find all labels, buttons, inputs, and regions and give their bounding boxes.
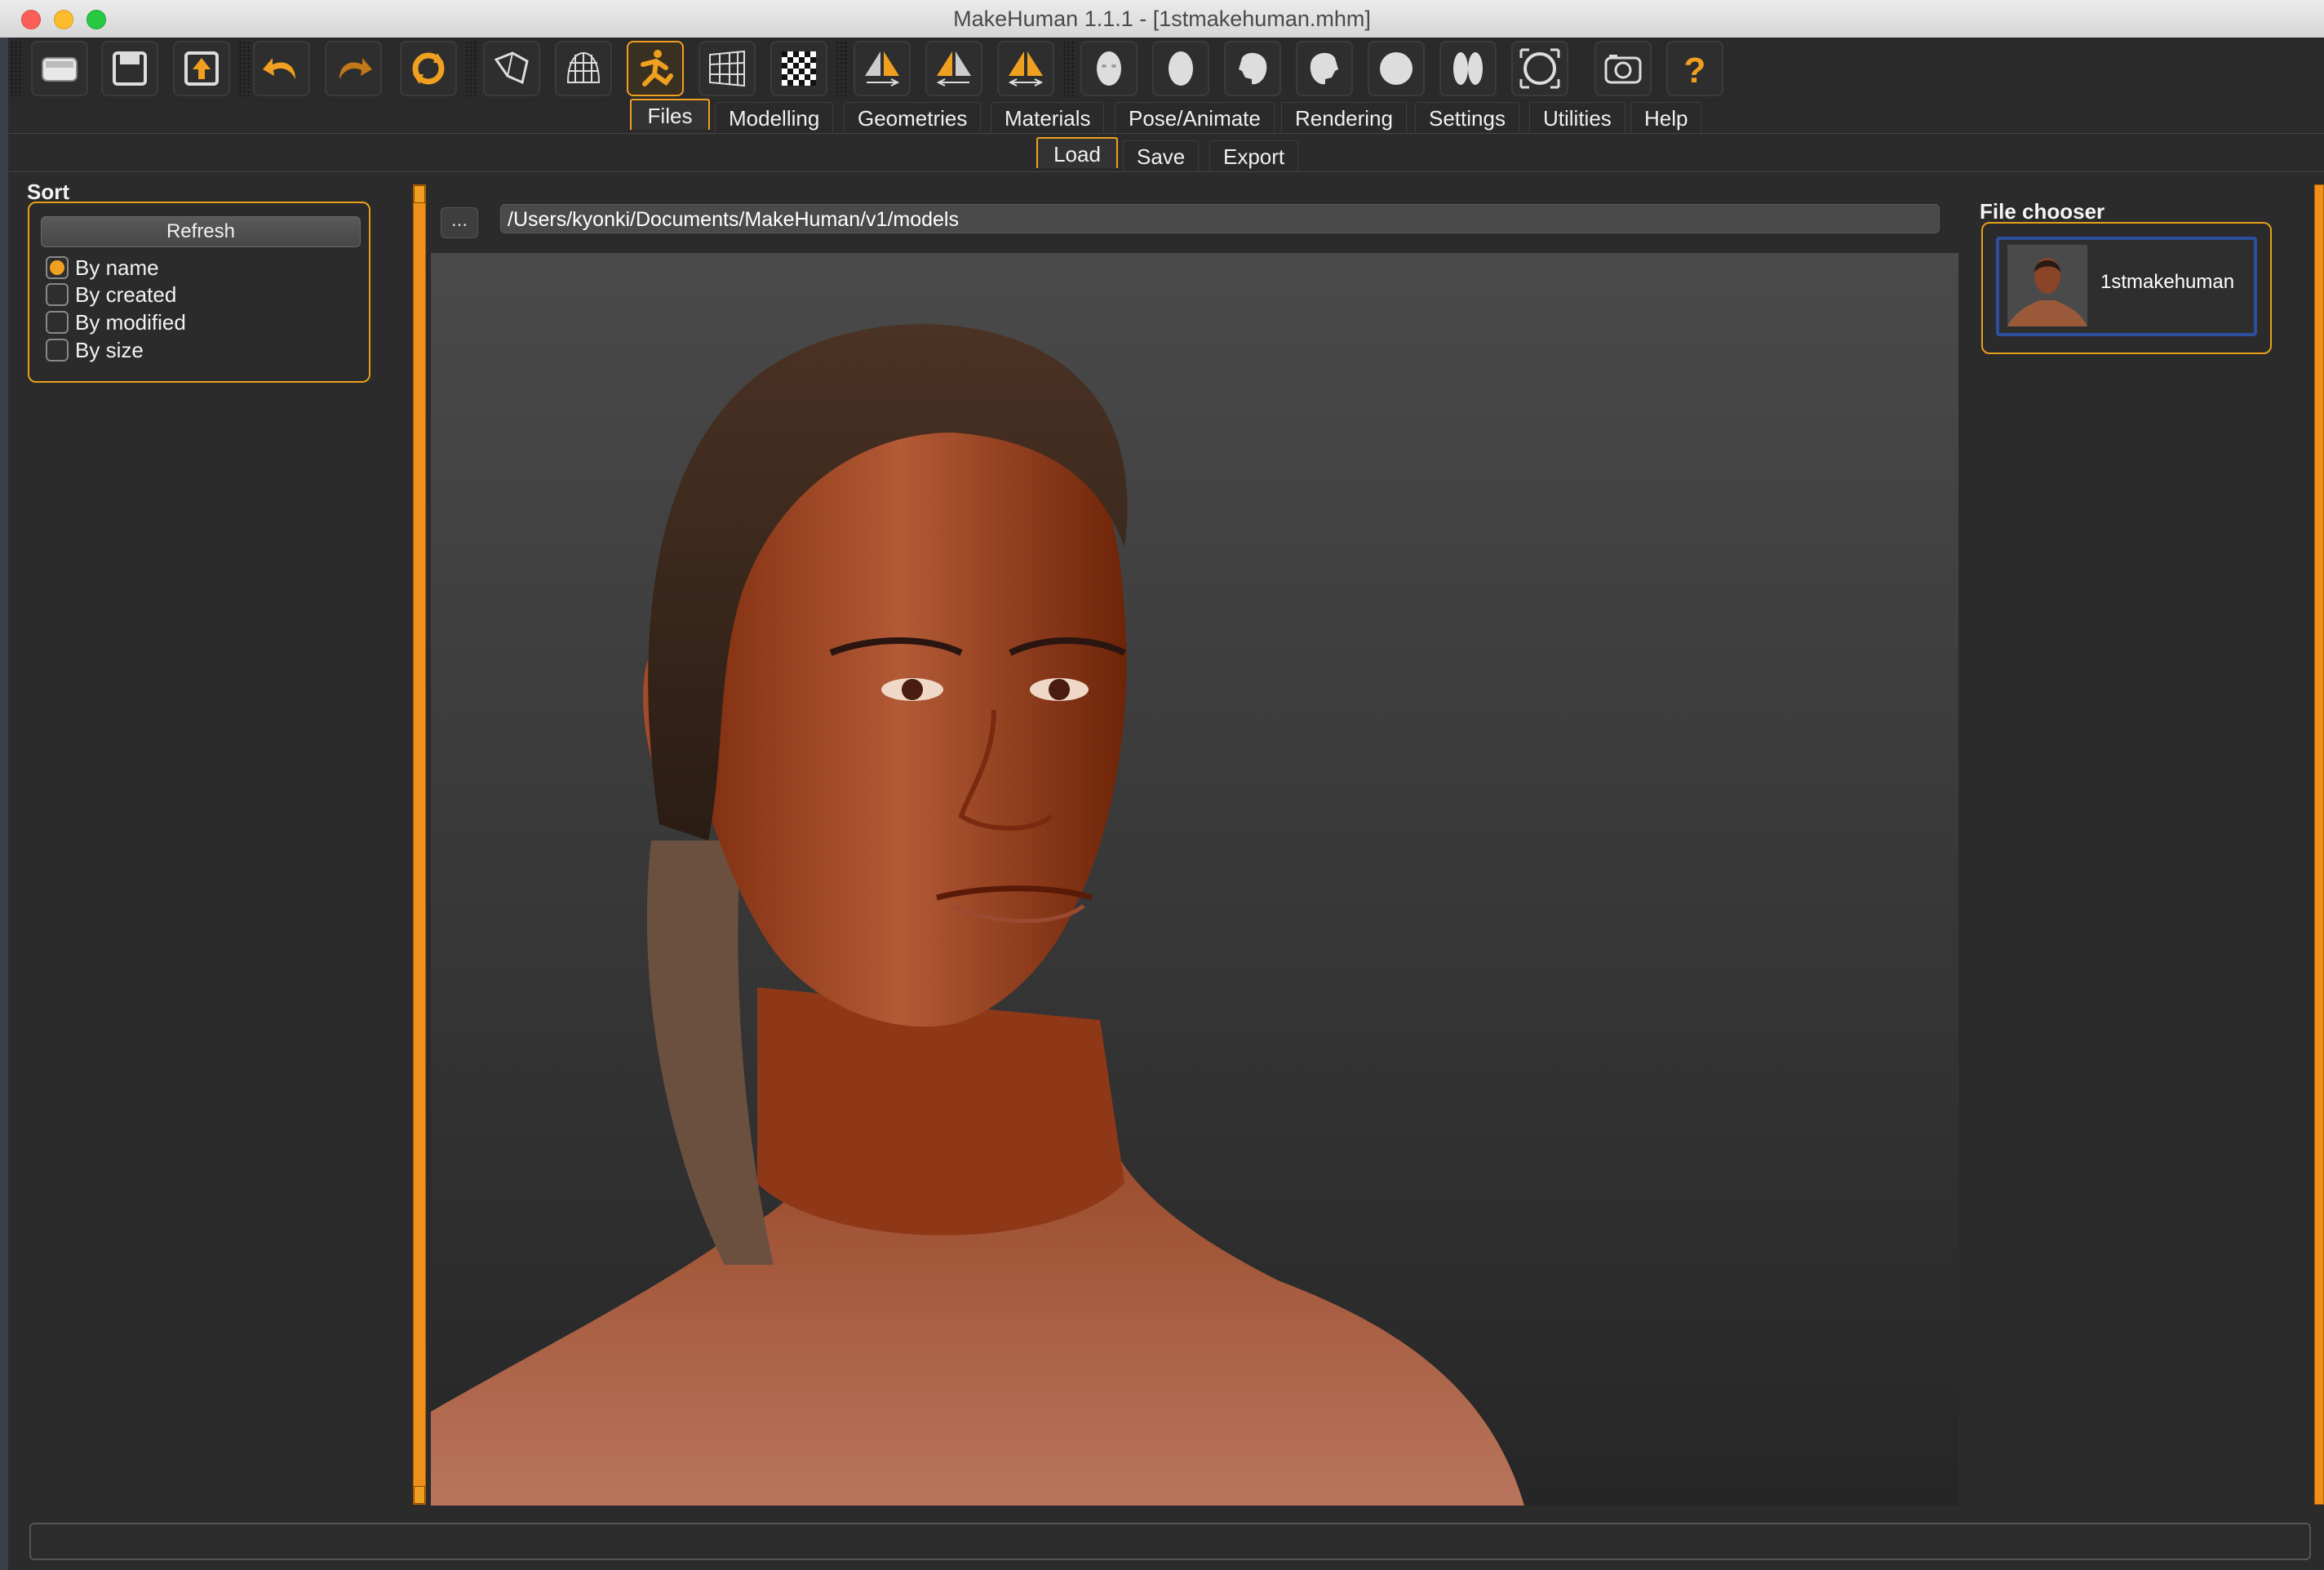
tab-modelling[interactable]: Modelling — [715, 102, 834, 133]
export-icon — [184, 51, 219, 86]
checker-button[interactable] — [770, 41, 827, 96]
tab-materials[interactable]: Materials — [991, 102, 1105, 133]
radio-button[interactable] — [46, 283, 69, 306]
tab-rendering[interactable]: Rendering — [1281, 102, 1407, 133]
right-view-icon — [1310, 52, 1338, 85]
sort-option-label: By name — [75, 255, 159, 280]
sort-option-label: By modified — [75, 309, 186, 335]
right-panel-splitter[interactable] — [2314, 184, 2324, 1505]
symmetry-both-icon — [1008, 51, 1044, 86]
grid-icon — [709, 50, 745, 87]
splitter-handle-icon — [414, 1486, 425, 1504]
back-view-button[interactable] — [1152, 41, 1209, 96]
reset-camera-icon — [1519, 48, 1560, 89]
left-view-icon — [1239, 52, 1267, 85]
symmetry-right-button[interactable] — [854, 41, 911, 96]
bottom-view-icon — [1453, 52, 1483, 85]
tab-geometries[interactable]: Geometries — [844, 102, 982, 133]
model-thumbnail — [2007, 245, 2087, 326]
sort-option-by-modified[interactable]: By modified — [46, 308, 186, 336]
toolbar-separator — [836, 41, 847, 96]
tab-settings[interactable]: Settings — [1415, 102, 1519, 133]
subtab-save[interactable]: Save — [1123, 140, 1200, 171]
smooth-button[interactable] — [483, 41, 540, 96]
refresh-button[interactable]: Refresh — [41, 216, 361, 247]
export-button[interactable] — [173, 41, 230, 96]
file-chooser-item-name: 1stmakehuman — [2100, 271, 2235, 293]
grid-button[interactable] — [699, 41, 756, 96]
left-panel-splitter[interactable] — [413, 184, 426, 1505]
back-view-icon — [1169, 51, 1193, 86]
sort-title: Sort — [27, 180, 69, 204]
smooth-icon — [494, 51, 529, 85]
front-view-icon — [1097, 51, 1121, 86]
tab-utilities[interactable]: Utilities — [1529, 102, 1625, 133]
models-path-field[interactable]: /Users/kyonki/Documents/MakeHuman/v1/mod… — [500, 204, 1940, 233]
status-bar — [29, 1523, 2311, 1560]
left-view-button[interactable] — [1224, 41, 1281, 96]
top-view-icon — [1380, 52, 1413, 85]
toolbar-separator — [465, 41, 477, 96]
sort-option-by-size[interactable]: By size — [46, 336, 144, 364]
tab-files[interactable]: Files — [630, 99, 710, 130]
undo-icon — [263, 58, 295, 79]
radio-button[interactable] — [46, 339, 69, 361]
human-model-render — [431, 324, 1524, 1506]
toolbar-separator — [1062, 41, 1074, 96]
symmetry-right-icon — [865, 51, 900, 86]
reset-icon — [412, 52, 445, 85]
tab-pose-animate[interactable]: Pose/Animate — [1115, 102, 1275, 133]
model-thumbnail-image — [2007, 245, 2087, 326]
radio-button-checked[interactable] — [46, 256, 69, 279]
tab-help[interactable]: Help — [1630, 102, 1702, 133]
screenshot-icon — [1604, 55, 1642, 84]
pose-button[interactable] — [627, 41, 684, 96]
save-button[interactable] — [101, 41, 158, 96]
sort-option-label: By created — [75, 282, 177, 307]
help-button[interactable]: ? — [1666, 41, 1723, 96]
wireframe-icon — [566, 51, 601, 83]
subtab-load[interactable]: Load — [1036, 137, 1118, 168]
browse-folder-button[interactable]: ... — [441, 207, 478, 238]
window-titlebar: MakeHuman 1.1.1 - [1stmakehuman.mhm] — [0, 0, 2324, 38]
screenshot-button[interactable] — [1594, 41, 1652, 96]
file-chooser-title: File chooser — [1980, 199, 2105, 224]
toolbar-separator — [10, 41, 21, 96]
top-view-button[interactable] — [1368, 41, 1425, 96]
subtab-export[interactable]: Export — [1209, 140, 1299, 171]
redo-icon — [339, 58, 372, 79]
help-icon: ? — [1684, 51, 1706, 91]
open-icon — [42, 57, 78, 82]
toolbar-separator — [238, 41, 250, 96]
right-view-button[interactable] — [1296, 41, 1353, 96]
sort-option-label: By size — [75, 337, 144, 362]
radio-dot-icon — [50, 260, 64, 275]
3d-viewport[interactable] — [431, 253, 1958, 1506]
pose-icon — [641, 50, 673, 86]
svg-text:?: ? — [1684, 51, 1706, 91]
redo-button[interactable] — [325, 41, 382, 96]
open-button[interactable] — [31, 41, 88, 96]
symmetry-left-button[interactable] — [925, 41, 982, 96]
front-view-button[interactable] — [1080, 41, 1138, 96]
undo-button[interactable] — [253, 41, 310, 96]
symmetry-both-button[interactable] — [997, 41, 1054, 96]
reset-button[interactable] — [400, 41, 457, 96]
checker-icon — [782, 51, 816, 86]
desktop-background — [0, 38, 8, 1570]
splitter-handle-icon — [414, 185, 425, 203]
bottom-view-button[interactable] — [1439, 41, 1497, 96]
sort-option-by-created[interactable]: By created — [46, 281, 176, 308]
sort-option-by-name[interactable]: By name — [46, 254, 159, 282]
symmetry-left-icon — [936, 51, 971, 86]
save-icon — [113, 51, 147, 86]
reset-camera-button[interactable] — [1511, 41, 1568, 96]
window-title: MakeHuman 1.1.1 - [1stmakehuman.mhm] — [953, 7, 1371, 31]
wireframe-button[interactable] — [555, 41, 612, 96]
radio-button[interactable] — [46, 311, 69, 334]
